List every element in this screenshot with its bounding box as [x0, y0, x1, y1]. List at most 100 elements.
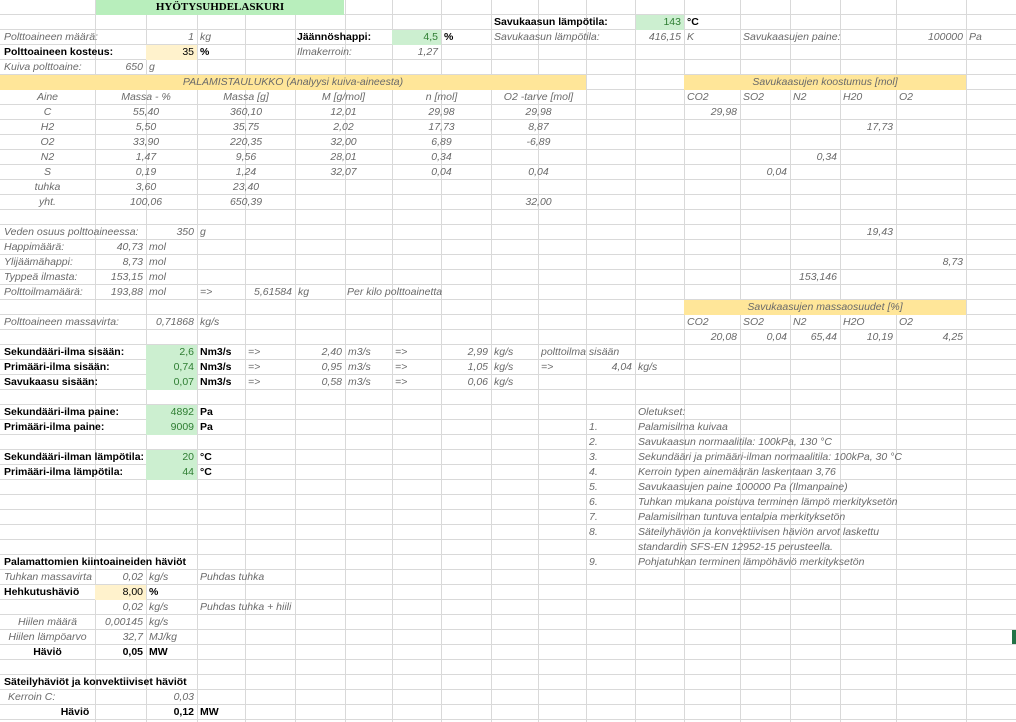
mass-fraction-h2o[interactable]: 10,19 — [840, 330, 896, 345]
flue-gas-in-input[interactable]: 0,07 — [146, 375, 197, 390]
unit: m3/s — [348, 346, 371, 358]
table-cell: tuhka — [34, 181, 61, 193]
table-cell[interactable]: 55,40 — [95, 105, 197, 120]
table-cell: C — [43, 106, 52, 118]
dry-fuel-value[interactable]: 650 — [95, 60, 146, 75]
assumption-number: 3. — [589, 451, 598, 463]
primary-temp-input[interactable]: 44 — [146, 465, 197, 480]
excess-oxygen-label: Ylijäämähappi: — [4, 256, 73, 268]
table-cell[interactable]: 12,01 — [295, 105, 392, 120]
carbon-amount-value[interactable]: 0,00145 — [95, 615, 146, 630]
col-header: Massa [g] — [223, 91, 269, 103]
oxygen-amount-label: Happimäärä: — [4, 241, 65, 253]
table-cell[interactable]: 29,98 — [392, 105, 491, 120]
table-cell[interactable]: 35,75 — [197, 120, 295, 135]
table-cell[interactable]: 5,50 — [95, 120, 197, 135]
composition-o2[interactable]: 8,73 — [896, 255, 966, 270]
primary-pressure-unit: Pa — [200, 421, 213, 433]
residual-oxygen-label: Jäännöshappi: — [297, 31, 372, 43]
col-header: CO2 — [687, 91, 709, 103]
mass-fraction-n2[interactable]: 65,44 — [790, 330, 840, 345]
primary-air-m3s[interactable]: 0,95 — [295, 360, 345, 375]
table-cell[interactable]: 220,35 — [197, 135, 295, 150]
combustion-air-value[interactable]: 193,88 — [95, 285, 146, 300]
table-cell[interactable]: 33,90 — [95, 135, 197, 150]
ash-massflow-value[interactable]: 0,02 — [95, 570, 146, 585]
carbon-heating-value[interactable]: 32,7 — [95, 630, 146, 645]
table-cell[interactable]: 32,00 — [491, 195, 586, 210]
primary-air-input[interactable]: 0,74 — [146, 360, 197, 375]
oxygen-amount-value[interactable]: 40,73 — [95, 240, 146, 255]
table-cell[interactable]: 29,98 — [491, 105, 586, 120]
excess-oxygen-value[interactable]: 8,73 — [95, 255, 146, 270]
total-air-kgs[interactable]: 4,04 — [586, 360, 635, 375]
table-cell[interactable]: 23,40 — [197, 180, 295, 195]
flue-temp-k-label: Savukaasun lämpötila: — [494, 31, 600, 43]
table-cell[interactable]: 1,24 — [197, 165, 295, 180]
table-cell[interactable]: 2,02 — [295, 120, 392, 135]
air-ratio-value[interactable]: 1,27 — [392, 45, 441, 60]
ash-carbon-value[interactable]: 0,02 — [95, 600, 146, 615]
composition-n2[interactable]: 0,34 — [790, 150, 840, 165]
composition-n2-air[interactable]: 153,146 — [790, 270, 840, 285]
primary-pressure-label: Primääri-ilma paine: — [4, 421, 105, 433]
radiation-loss-value[interactable]: 0,12 — [146, 705, 197, 720]
table-cell[interactable]: 0,34 — [392, 150, 491, 165]
primary-pressure-input[interactable]: 9009 — [146, 420, 197, 435]
composition-h2o[interactable]: 17,73 — [840, 120, 896, 135]
excess-oxygen-unit: mol — [149, 256, 166, 268]
coefficient-c-value[interactable]: 0,03 — [146, 690, 197, 705]
combustion-air-kg[interactable]: 5,61584 — [245, 285, 295, 300]
composition-so2[interactable]: 0,04 — [740, 165, 790, 180]
table-cell[interactable]: 1,47 — [95, 150, 197, 165]
flue-temp-label: Savukaasun lämpötila: — [494, 16, 608, 28]
table-cell[interactable]: 17,73 — [392, 120, 491, 135]
primary-air-unit: Nm3/s — [200, 361, 232, 373]
flue-gas-m3s[interactable]: 0,58 — [295, 375, 345, 390]
fuel-moisture-input[interactable]: 35 — [146, 45, 197, 60]
composition-co2[interactable]: 29,98 — [684, 105, 740, 120]
secondary-air-m3s[interactable]: 2,40 — [295, 345, 345, 360]
secondary-air-input[interactable]: 2,6 — [146, 345, 197, 360]
table-cell[interactable]: 28,01 — [295, 150, 392, 165]
table-cell[interactable]: 0,04 — [392, 165, 491, 180]
table-cell[interactable]: 3,60 — [95, 180, 197, 195]
flue-temp-k-value[interactable]: 416,15 — [636, 30, 684, 45]
combustion-air-kg-unit: kg — [298, 286, 310, 298]
mass-fraction-o2[interactable]: 4,25 — [896, 330, 966, 345]
secondary-air-kgs[interactable]: 2,99 — [441, 345, 491, 360]
composition-h2o-total[interactable]: 19,43 — [840, 225, 896, 240]
radiation-loss-unit: MW — [200, 706, 219, 718]
flue-pressure-value[interactable]: 100000 — [896, 30, 966, 45]
table-cell[interactable]: 0,04 — [491, 165, 586, 180]
water-share-value[interactable]: 350 — [146, 225, 197, 240]
table-cell[interactable]: 0,19 — [95, 165, 197, 180]
table-cell[interactable]: 360,10 — [197, 105, 295, 120]
fuel-amount-value[interactable]: 1 — [146, 30, 197, 45]
fuel-massflow-value[interactable]: 0,71868 — [146, 315, 197, 330]
table-cell[interactable]: 8,87 — [491, 120, 586, 135]
residual-oxygen-input[interactable]: 4,5 — [392, 30, 441, 45]
flue-gas-kgs[interactable]: 0,06 — [441, 375, 491, 390]
table-cell[interactable]: 9,56 — [197, 150, 295, 165]
mass-fraction-co2[interactable]: 20,08 — [684, 330, 740, 345]
solids-loss-value[interactable]: 0,05 — [95, 645, 146, 660]
ignition-loss-input[interactable]: 8,00 — [95, 585, 146, 600]
primary-air-kgs[interactable]: 1,05 — [441, 360, 491, 375]
assumption-text: Sekundääri ja primääri-ilman normaalitil… — [638, 451, 902, 463]
table-cell[interactable]: 100,06 — [95, 195, 197, 210]
nitrogen-value[interactable]: 153,15 — [95, 270, 146, 285]
col-header: SO2 — [743, 316, 765, 328]
table-cell: O2 — [40, 136, 55, 148]
mass-fraction-so2[interactable]: 0,04 — [740, 330, 790, 345]
flue-temp-input[interactable]: 143 — [636, 15, 684, 30]
secondary-pressure-input[interactable]: 4892 — [146, 405, 197, 420]
table-cell[interactable]: 650,39 — [197, 195, 295, 210]
secondary-temp-input[interactable]: 20 — [146, 450, 197, 465]
table-cell[interactable]: 32,00 — [295, 135, 392, 150]
table-cell[interactable]: 32,07 — [295, 165, 392, 180]
table-cell[interactable]: 6,89 — [392, 135, 491, 150]
col-header: Aine — [36, 91, 58, 103]
spreadsheet[interactable]: { "title":"HYÖTYSUHDELASKURI", "r1":{"sa… — [0, 0, 1016, 722]
table-cell[interactable]: -6,89 — [491, 135, 586, 150]
